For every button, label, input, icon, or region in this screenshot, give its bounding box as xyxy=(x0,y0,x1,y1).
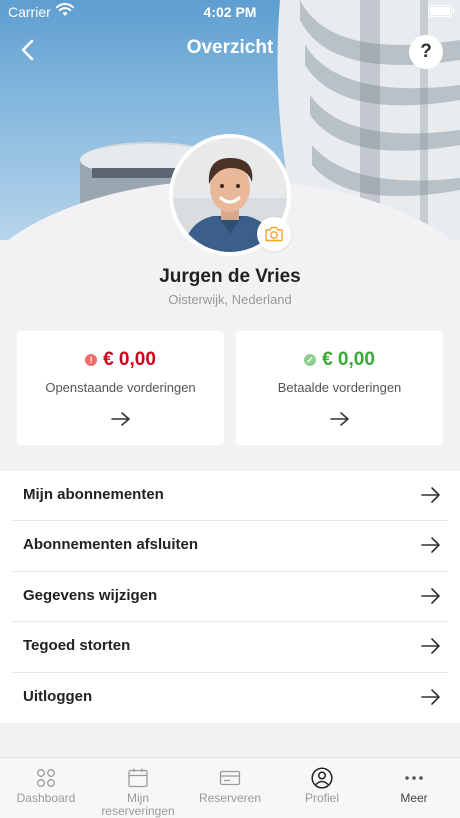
status-bar: Carrier 4:02 PM xyxy=(0,0,460,24)
paid-claims-label: Betaalde vorderingen xyxy=(277,380,402,395)
tab-label: Mijn reserveringen xyxy=(101,791,175,818)
profile-icon xyxy=(311,767,333,789)
camera-icon xyxy=(265,226,283,242)
page-title: Overzicht xyxy=(186,37,274,58)
arrow-right-icon xyxy=(421,688,440,705)
tab-label: Dashboard xyxy=(16,791,76,805)
menu-item-logout[interactable]: Uitloggen xyxy=(12,673,448,723)
user-location: Oisterwijk, Nederland xyxy=(168,292,292,307)
menu-item-label: Mijn abonnementen xyxy=(23,486,164,503)
profile-menu: Mijn abonnementen Abonnementen afsluiten… xyxy=(0,471,460,723)
menu-item-label: Gegevens wijzigen xyxy=(23,586,158,604)
battery-icon xyxy=(428,5,455,17)
menu-item-label: Tegoed storten xyxy=(23,637,131,655)
card-icon xyxy=(219,770,241,786)
calendar-icon xyxy=(128,768,148,788)
menu-item-edit-details[interactable]: Gegevens wijzigen xyxy=(12,572,448,623)
menu-item-top-up[interactable]: Tegoed storten xyxy=(12,622,448,673)
alert-icon: ! xyxy=(85,354,98,366)
arrow-right-icon xyxy=(110,412,130,426)
menu-item-my-subscriptions[interactable]: Mijn abonnementen xyxy=(12,471,448,522)
paid-claims-card[interactable]: ✓ € 0,00 Betaalde vorderingen xyxy=(236,331,443,445)
status-time: 4:02 PM xyxy=(203,4,257,20)
arrow-right-icon xyxy=(421,587,440,604)
menu-item-take-subscription[interactable]: Abonnementen afsluiten xyxy=(12,521,448,572)
user-name: Jurgen de Vries xyxy=(159,266,301,287)
arrow-right-icon xyxy=(329,412,349,426)
tab-more[interactable]: Meer xyxy=(368,758,460,818)
arrow-right-icon xyxy=(421,638,440,654)
menu-item-label: Uitloggen xyxy=(23,687,93,705)
help-button[interactable]: ? xyxy=(409,35,443,69)
tab-bar: Dashboard Mijn reserveringen Reserveren … xyxy=(0,757,460,818)
tab-profile[interactable]: Profiel xyxy=(276,758,368,818)
tab-my-reservations[interactable]: Mijn reserveringen xyxy=(92,758,184,818)
change-photo-button[interactable] xyxy=(257,217,291,251)
tab-label: Reserveren xyxy=(198,791,262,805)
more-icon xyxy=(405,776,423,780)
dashboard-icon xyxy=(37,769,55,787)
open-claims-label: Openstaande vorderingen xyxy=(45,380,196,395)
arrow-right-icon xyxy=(421,537,440,554)
tab-label: Meer xyxy=(400,791,428,805)
check-icon: ✓ xyxy=(304,354,317,366)
paid-claims-amount: € 0,00 xyxy=(322,349,375,370)
open-claims-card[interactable]: ! € 0,00 Openstaande vorderingen xyxy=(17,331,224,445)
tab-reserve[interactable]: Reserveren xyxy=(184,758,276,818)
open-claims-amount: € 0,00 xyxy=(103,349,156,370)
tab-label: Profiel xyxy=(304,791,339,805)
arrow-right-icon xyxy=(421,487,440,503)
menu-item-label: Abonnementen afsluiten xyxy=(23,536,199,554)
tab-dashboard[interactable]: Dashboard xyxy=(0,758,92,818)
